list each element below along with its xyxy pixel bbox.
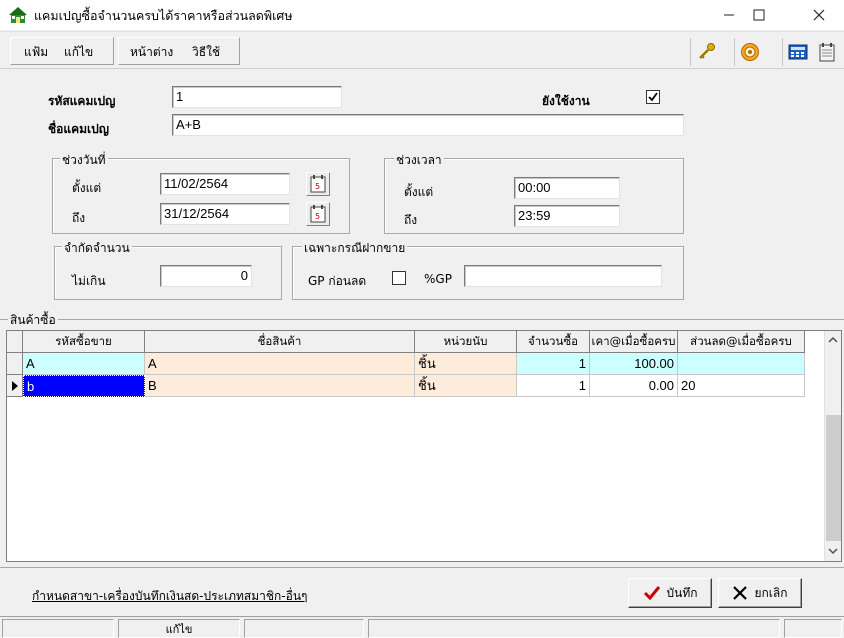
status-mode: แก้ไข xyxy=(118,619,240,638)
campaign-name-label: ชื่อแคมเปญ xyxy=(48,122,109,136)
menu-file[interactable]: แฟ้ม xyxy=(24,43,48,62)
status-panel-3 xyxy=(244,619,364,638)
calendar-icon: 5 xyxy=(310,175,326,193)
time-range-legend: ช่วงเวลา xyxy=(394,151,444,170)
campaign-code-label: รหัสแคมเปญ xyxy=(48,94,116,108)
date-to-calendar-button[interactable]: 5 xyxy=(306,202,330,226)
cell-qty[interactable]: 1 xyxy=(517,353,590,375)
minimize-icon xyxy=(724,14,734,16)
products-grid[interactable]: รหัสซื้อขาย ชื่อสินค้า หน่วยนับ จำนวนซื้… xyxy=(6,330,842,562)
close-button[interactable] xyxy=(796,0,842,30)
target-button[interactable] xyxy=(734,38,764,66)
cell-price[interactable]: 100.00 xyxy=(590,353,678,375)
maximize-button[interactable] xyxy=(736,0,782,30)
time-to-input[interactable]: 23:59 xyxy=(514,205,620,227)
grid-scrollbar[interactable] xyxy=(824,331,841,561)
cell-discount[interactable]: 20 xyxy=(678,375,805,397)
date-from-label: ตั้งแต่ xyxy=(72,181,102,195)
calendar-icon xyxy=(819,43,835,62)
time-from-label: ตั้งแต่ xyxy=(404,185,434,199)
status-bar: แก้ไข xyxy=(0,616,844,638)
scroll-down-icon[interactable] xyxy=(827,545,839,559)
scroll-thumb[interactable] xyxy=(826,415,841,541)
active-checkbox[interactable] xyxy=(646,90,660,104)
svg-text:5: 5 xyxy=(315,182,320,191)
col-qty[interactable]: จำนวนซื้อ xyxy=(517,331,590,353)
cell-name[interactable]: B xyxy=(145,375,415,397)
scroll-up-icon[interactable] xyxy=(827,334,839,348)
cell-qty[interactable]: 1 xyxy=(517,375,590,397)
status-panel-1 xyxy=(2,619,114,638)
col-price[interactable]: เคา@เมื่อซื้อครบ xyxy=(590,331,678,353)
branch-settings-link[interactable]: กำหนดสาขา-เครื่องบันทึกเงินสด-ประเภทสมาช… xyxy=(32,587,308,606)
col-discount[interactable]: ส่วนลด@เมื่อซื้อครบ xyxy=(678,331,805,353)
cell-price[interactable]: 0.00 xyxy=(590,375,678,397)
close-icon xyxy=(813,9,825,21)
products-legend: สินค้าซื้อ xyxy=(8,311,58,330)
cancel-button[interactable]: ยกเลิก xyxy=(718,578,802,608)
save-button[interactable]: บันทึก xyxy=(628,578,712,608)
consign-legend: เฉพาะกรณีฝากขาย xyxy=(302,239,408,258)
date-from-calendar-button[interactable]: 5 xyxy=(306,172,330,196)
maximize-icon xyxy=(753,9,765,21)
date-from-input[interactable]: 11/02/2564 xyxy=(160,173,290,195)
arrow-right-icon xyxy=(11,380,18,391)
cell-name[interactable]: A xyxy=(145,353,415,375)
target-icon xyxy=(740,43,759,61)
date-to-input[interactable]: 31/12/2564 xyxy=(160,203,290,225)
x-icon xyxy=(733,586,748,600)
status-panel-4 xyxy=(368,619,780,638)
save-button-label: บันทึก xyxy=(666,585,698,600)
cell-code[interactable]: A xyxy=(23,353,145,375)
time-from-input[interactable]: 00:00 xyxy=(514,177,620,199)
cell-unit[interactable]: ชิ้น xyxy=(415,375,517,397)
table-row[interactable]: b B ชิ้น 1 0.00 20 xyxy=(7,375,805,397)
gp-before-checkbox[interactable] xyxy=(392,271,406,285)
max-qty-label: ไม่เกิน xyxy=(72,274,106,288)
cell-code[interactable]: b xyxy=(23,375,145,397)
limit-legend: จำกัดจำนวน xyxy=(62,239,132,258)
campaign-code-input[interactable]: 1 xyxy=(172,86,342,108)
calculator-icon xyxy=(788,44,807,60)
col-name[interactable]: ชื่อสินค้า xyxy=(145,331,415,353)
date-range-legend: ช่วงวันที่ xyxy=(60,151,108,170)
date-to-label: ถึง xyxy=(72,211,86,225)
checkmark-icon xyxy=(648,92,658,102)
calculator-button[interactable] xyxy=(782,38,812,66)
cell-unit[interactable]: ชิ้น xyxy=(415,353,517,375)
menu-edit[interactable]: แก้ไข xyxy=(64,43,93,62)
gp-percent-input[interactable] xyxy=(464,265,662,287)
products-divider xyxy=(0,319,844,320)
title-bar: แคมเปญซื้อจำนวนครบได้ราคาหรือส่วนลดพิเศษ xyxy=(0,0,844,30)
grid-corner xyxy=(7,331,23,353)
check-icon xyxy=(643,586,660,601)
current-row-indicator[interactable] xyxy=(7,375,23,397)
footer-divider xyxy=(0,567,844,568)
gp-percent-label: %GP xyxy=(424,272,452,286)
time-to-label: ถึง xyxy=(404,213,418,227)
window-title: แคมเปญซื้อจำนวนครบได้ราคาหรือส่วนลดพิเศษ xyxy=(34,8,293,23)
active-label: ยังใช้งาน xyxy=(542,94,590,108)
row-indicator[interactable] xyxy=(7,353,23,375)
toolbar: แฟ้ม แก้ไข หน้าต่าง วิธีใช้ xyxy=(0,31,844,69)
menu-window[interactable]: หน้าต่าง xyxy=(130,43,173,62)
campaign-name-input[interactable]: A+B xyxy=(172,114,684,136)
menu-help[interactable]: วิธีใช้ xyxy=(192,43,220,62)
house-icon xyxy=(8,5,28,25)
key-button[interactable] xyxy=(690,38,720,66)
key-icon xyxy=(698,43,715,59)
col-unit[interactable]: หน่วยนับ xyxy=(415,331,517,353)
cancel-button-label: ยกเลิก xyxy=(754,585,788,600)
status-panel-5 xyxy=(784,619,842,638)
svg-text:5: 5 xyxy=(315,212,320,221)
table-row[interactable]: A A ชิ้น 1 100.00 xyxy=(7,353,805,375)
grid-header: รหัสซื้อขาย ชื่อสินค้า หน่วยนับ จำนวนซื้… xyxy=(7,331,805,353)
cell-discount[interactable] xyxy=(678,353,805,375)
calendar-toolbar-button[interactable] xyxy=(812,38,842,66)
gp-before-label: GP ก่อนลด xyxy=(308,274,367,288)
calendar-icon: 5 xyxy=(310,205,326,223)
max-qty-input[interactable]: 0 xyxy=(160,265,252,287)
col-code[interactable]: รหัสซื้อขาย xyxy=(23,331,145,353)
